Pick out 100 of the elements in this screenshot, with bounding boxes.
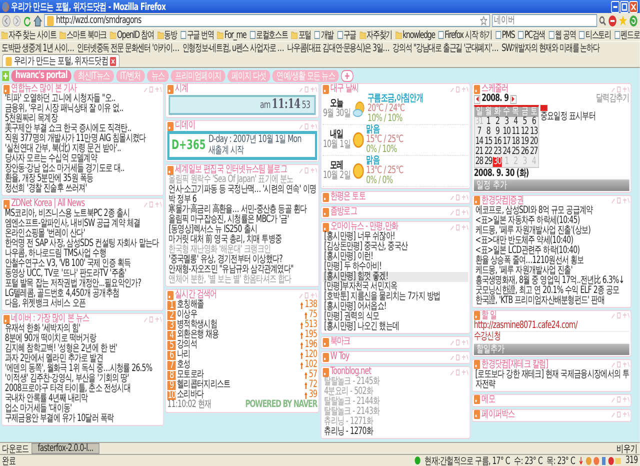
- calendar-day[interactable]: 3: [502, 116, 511, 126]
- widget-controls-icon[interactable]: [611, 312, 630, 319]
- bookmark-item[interactable]: 티스토리: [579, 29, 611, 41]
- news-link[interactable]: 구제금융안 부결에 유가 10달러 폭락: [4, 414, 162, 424]
- star-icon[interactable]: [480, 16, 488, 26]
- calendar-day[interactable]: 17: [502, 136, 511, 146]
- news-link[interactable]: 한억명 전 SAP 사장, 삼성SDS 컨설팅 자회사 맡는다: [4, 239, 162, 249]
- news-link[interactable]: 온라인쇼핑몰 '번레이 산다': [4, 229, 162, 239]
- news-link[interactable]: 다음, 위젯뱅크 서비스 오픈: [4, 299, 162, 309]
- news-link[interactable]: [홍시만평] 힘껏 좋겠!: [322, 272, 468, 282]
- forward-icon[interactable]: [12, 14, 21, 26]
- news-link[interactable]: [호박툰] 지름신을 물리치는 7가지 방법: [322, 292, 468, 302]
- news-link[interactable]: <표>일본 LCD관련주 하락(10:40): [474, 246, 630, 256]
- news-link[interactable]: 안철수연구소 V3, 'VB 100' 국제 인증 획득: [4, 259, 162, 269]
- calendar-day[interactable]: 29: [484, 156, 493, 166]
- mail-count[interactable]: 319: [625, 455, 638, 466]
- calendar-day[interactable]: 7: [474, 126, 484, 136]
- reload-icon[interactable]: [23, 14, 32, 26]
- news-link[interactable]: 금융위, '우리 시장 패닉상태 잘 이유 없..: [4, 104, 162, 114]
- bookmark-item[interactable]: 펜드로: [614, 29, 640, 41]
- bookmark-item[interactable]: Firefox 시작 하기: [438, 29, 492, 41]
- refresh-icon[interactable]: [629, 14, 638, 26]
- calendar-day[interactable]: 23: [492, 146, 502, 156]
- news-link[interactable]: [만평] 권력의 식모: [322, 312, 468, 322]
- ranking-row[interactable]: 10 소리바다 39: [167, 390, 318, 400]
- calendar-day[interactable]: 11: [511, 126, 520, 136]
- calendar-day[interactable]: 20: [529, 136, 538, 146]
- calendar-day[interactable]: 5: [520, 116, 530, 126]
- news-link[interactable]: '에덴의 동쪽', 월화극 1위 독식 중…시청률 26.5%: [4, 364, 162, 374]
- news-link[interactable]: '실천연대 간부, 북(北) 지령 문건 받아'..: [4, 144, 162, 154]
- news-link[interactable]: 올림픽 마구잡승진, 시청률은 MBC가 '금': [167, 215, 318, 225]
- previous-month-button[interactable]: [474, 94, 480, 104]
- widget-controls-icon[interactable]: [611, 361, 630, 368]
- bookmark-item[interactable]: 로컬호스트: [250, 29, 288, 41]
- bookmark-item[interactable]: 포털: [291, 29, 312, 41]
- widget-controls-icon[interactable]: [611, 396, 630, 403]
- home-icon[interactable]: [34, 14, 42, 26]
- news-link[interactable]: [홍시만평] 어서옵쇼!: [322, 302, 468, 312]
- news-link[interactable]: 유재석 한화 '세박자의 힘': [4, 324, 162, 334]
- widget-controls-icon[interactable]: [298, 86, 318, 92]
- next-month-button[interactable]: [510, 94, 516, 104]
- calendar-day[interactable]: 27: [529, 146, 538, 156]
- news-link[interactable]: 마거릿 대처 前 영국 총리, 치매 투병중: [167, 235, 318, 245]
- widget-controls-icon[interactable]: [298, 122, 318, 130]
- widget-controls-icon[interactable]: [450, 338, 468, 346]
- news-link[interactable]: 김지혜 참학교백! '성형은 2년에 한 번': [4, 344, 162, 354]
- address-bar[interactable]: http://wzd.com/smdragons: [44, 14, 490, 27]
- bookmark-item[interactable]: 자주찾기: [360, 29, 392, 41]
- stop-sign-icon[interactable]: [608, 14, 617, 26]
- bookmark-item[interactable]: 구글: [337, 29, 356, 41]
- bookmark-item[interactable]: OpenID 참여: [110, 29, 154, 41]
- news-link[interactable]: 직원 377명의 개발사가 11만명 AIG 침몰시켰다: [4, 134, 162, 144]
- news-link[interactable]: <표>대만 반도체주 약세(10:40): [474, 236, 630, 246]
- widget-controls-icon[interactable]: [450, 368, 468, 376]
- widget-controls-icon[interactable]: [144, 200, 162, 208]
- news-link[interactable]: '중국멜롱' 유상, 경기전부터 이상했다?: [167, 255, 318, 265]
- widget-controls-icon[interactable]: [298, 166, 318, 174]
- news-link[interactable]: [홍시만평] 이런!: [322, 252, 468, 262]
- bookmark-item[interactable]: 동방: [157, 29, 177, 41]
- news-link[interactable]: 2008프로야구 타격 타이틀, 춘소 전성시대: [4, 384, 162, 394]
- bookmark-item[interactable]: 강의석 "강남대로 출근길 '군대폐지'…: [392, 42, 498, 54]
- widget-controls-icon[interactable]: [611, 197, 630, 204]
- calendar-day[interactable]: 4: [511, 116, 520, 126]
- news-link[interactable]: 굿모닝신한證, 최고 연 20.1% 수익 ELF 2종 공모: [474, 286, 630, 296]
- calendar-day[interactable]: 8: [484, 126, 493, 136]
- close-icon[interactable]: [110, 56, 116, 66]
- ranking-row[interactable]: 8 모토로라 57: [167, 370, 318, 380]
- news-link[interactable]: 환율, 개장 5분만에 35원 폭등: [4, 174, 162, 184]
- news-link[interactable]: 寒물가·高금리 高환율… 서민-중산층 등골 휜다: [167, 205, 318, 215]
- widget-controls-icon[interactable]: [450, 224, 468, 230]
- widget-controls-icon[interactable]: [450, 354, 468, 360]
- calendar-day[interactable]: 1: [484, 116, 493, 126]
- calendar-day[interactable]: 28: [474, 156, 484, 166]
- bookmark-item[interactable]: 인형정보-네트컴, u펜스 사업자로 …: [182, 42, 284, 54]
- bookmark-item[interactable]: 개발: [314, 29, 334, 41]
- calendar-day[interactable]: 18: [511, 136, 520, 146]
- weather-status[interactable]: 현재:간헐적으로 구름, 17° C: [424, 454, 510, 466]
- news-link[interactable]: 업소 마거세들 '대이동': [4, 404, 162, 414]
- news-link[interactable]: 한국證, 'KTB 프리미엄자산배분형펀드' 판매: [474, 296, 630, 306]
- news-link[interactable]: 언사·소고기파동 등 국정난맥… '시련의 연속' 이명박 정부 6: [167, 185, 318, 205]
- bookmark-item[interactable]: 나우콤(대표 김대연·문용식)은 3일…: [287, 42, 390, 54]
- news-link[interactable]: 당사자 모르는 수십억 모델계약: [4, 154, 162, 164]
- calendar-day[interactable]: 6: [529, 116, 538, 126]
- news-link[interactable]: 츄리닝 - 1270화: [322, 427, 468, 437]
- close-button[interactable]: [629, 0, 638, 12]
- bookmark-item[interactable]: 구글 번역: [180, 29, 214, 41]
- clear-button[interactable]: 비우기: [616, 442, 638, 456]
- news-link[interactable]: 케드몽, '페루 자원개발사업 진출'(상보): [474, 226, 630, 236]
- bookmark-item[interactable]: 웹 공역: [548, 29, 576, 41]
- news-link[interactable]: [홍시만평] 나오긴 했는데: [322, 322, 468, 332]
- hide-calendar-link[interactable]: 달력감추기: [596, 94, 630, 104]
- calendar-day[interactable]: 30: [492, 156, 502, 166]
- calendar-day[interactable]: 21: [474, 146, 484, 156]
- bookmark-item[interactable]: 인터넷중독 전문 문화센터 '아카이…: [77, 42, 179, 54]
- news-link[interactable]: [김상돈만평] 중국산, 중국산: [322, 242, 468, 252]
- news-link[interactable]: 과자 2만에서 멜라민 추가로 발견: [4, 354, 162, 364]
- widget-controls-icon[interactable]: [611, 411, 630, 418]
- news-link[interactable]: '티파' 오열하던 고니에 시청자들 "오..: [4, 94, 162, 104]
- news-link[interactable]: 8분에 90개 떡이치로 떡버거랑: [4, 334, 162, 344]
- search-icon[interactable]: [599, 16, 606, 26]
